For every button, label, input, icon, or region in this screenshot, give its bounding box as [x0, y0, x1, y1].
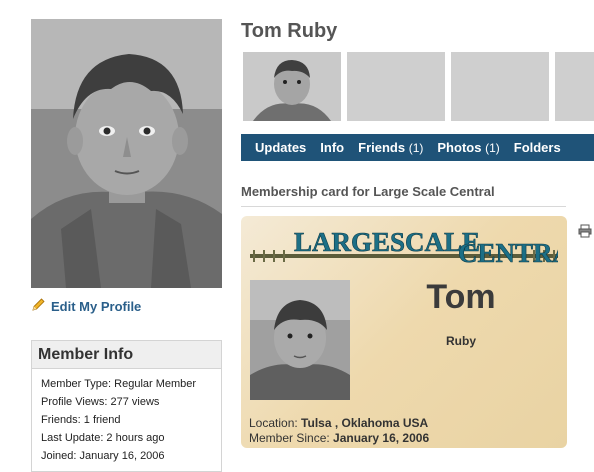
section-title: Membership card for Large Scale Central	[241, 184, 495, 199]
tab-info[interactable]: Info	[306, 140, 344, 155]
tab-label: Updates	[255, 140, 307, 155]
tab-folders[interactable]: Folders	[500, 140, 561, 155]
member-info-line: Member Type: Regular Member	[41, 378, 197, 390]
tab-photos[interactable]: Photos (1)	[423, 140, 499, 155]
card-member-since: Member Since: January 16, 2006	[249, 431, 429, 445]
svg-text:CENTRAL: CENTRAL	[458, 238, 558, 266]
photo-thumbnail-placeholder	[347, 52, 445, 121]
tab-label: Folders	[513, 140, 561, 155]
tab-count: (1)	[408, 141, 424, 155]
child-portrait-thumbnail-image	[243, 52, 341, 121]
profile-tabs: Updates Info Friends (1) Photos (1) Fold…	[241, 134, 594, 161]
photo-thumbnail-placeholder	[555, 52, 594, 121]
photo-thumbnail[interactable]	[243, 52, 341, 121]
member-info-line: Friends: 1 friend	[41, 414, 121, 426]
card-location: Location: Tulsa , Oklahoma USA	[249, 416, 428, 430]
pencil-icon	[31, 297, 46, 315]
card-location-value: Tulsa , Oklahoma USA	[301, 416, 429, 430]
edit-profile-link[interactable]: Edit My Profile	[31, 297, 141, 315]
member-info-line: Profile Views: 277 views	[41, 396, 160, 408]
membership-card: LARGESCALE CENTRAL Tom Ruby Location: Tu…	[241, 216, 567, 448]
tab-updates[interactable]: Updates	[241, 140, 306, 155]
member-card-photo	[250, 280, 350, 400]
tab-label: Info	[320, 140, 345, 155]
card-since-label: Member Since:	[249, 431, 330, 445]
tab-count: (1)	[485, 141, 500, 155]
logo-text: LARGESCALE	[294, 227, 480, 257]
printer-icon[interactable]	[578, 224, 592, 238]
profile-photo[interactable]	[31, 19, 222, 288]
tab-label: Friends	[358, 140, 406, 155]
member-info-list: Member Type: Regular Member Profile View…	[32, 369, 221, 465]
child-portrait-card-image	[250, 280, 350, 400]
card-location-label: Location:	[249, 416, 298, 430]
page-title: Tom Ruby	[241, 20, 338, 42]
logo-graphic: LARGESCALE CENTRAL	[250, 227, 567, 268]
member-info-line: Joined: January 16, 2006	[41, 450, 165, 462]
card-first-name: Tom	[426, 278, 496, 316]
tab-label: Photos	[437, 140, 482, 155]
tab-friends[interactable]: Friends (1)	[344, 140, 423, 155]
card-last-name: Ruby	[446, 334, 476, 348]
card-since-value: January 16, 2006	[333, 431, 430, 445]
member-info-heading: Member Info	[32, 341, 221, 369]
site-logo-banner: LARGESCALE CENTRAL	[250, 220, 567, 268]
divider	[241, 206, 566, 207]
photo-thumbnail-placeholder	[451, 52, 549, 121]
edit-profile-label: Edit My Profile	[51, 298, 142, 314]
member-info-panel: Member Info Member Type: Regular Member …	[31, 340, 222, 472]
child-portrait-image	[31, 19, 222, 288]
member-info-line: Last Update: 2 hours ago	[41, 432, 165, 444]
